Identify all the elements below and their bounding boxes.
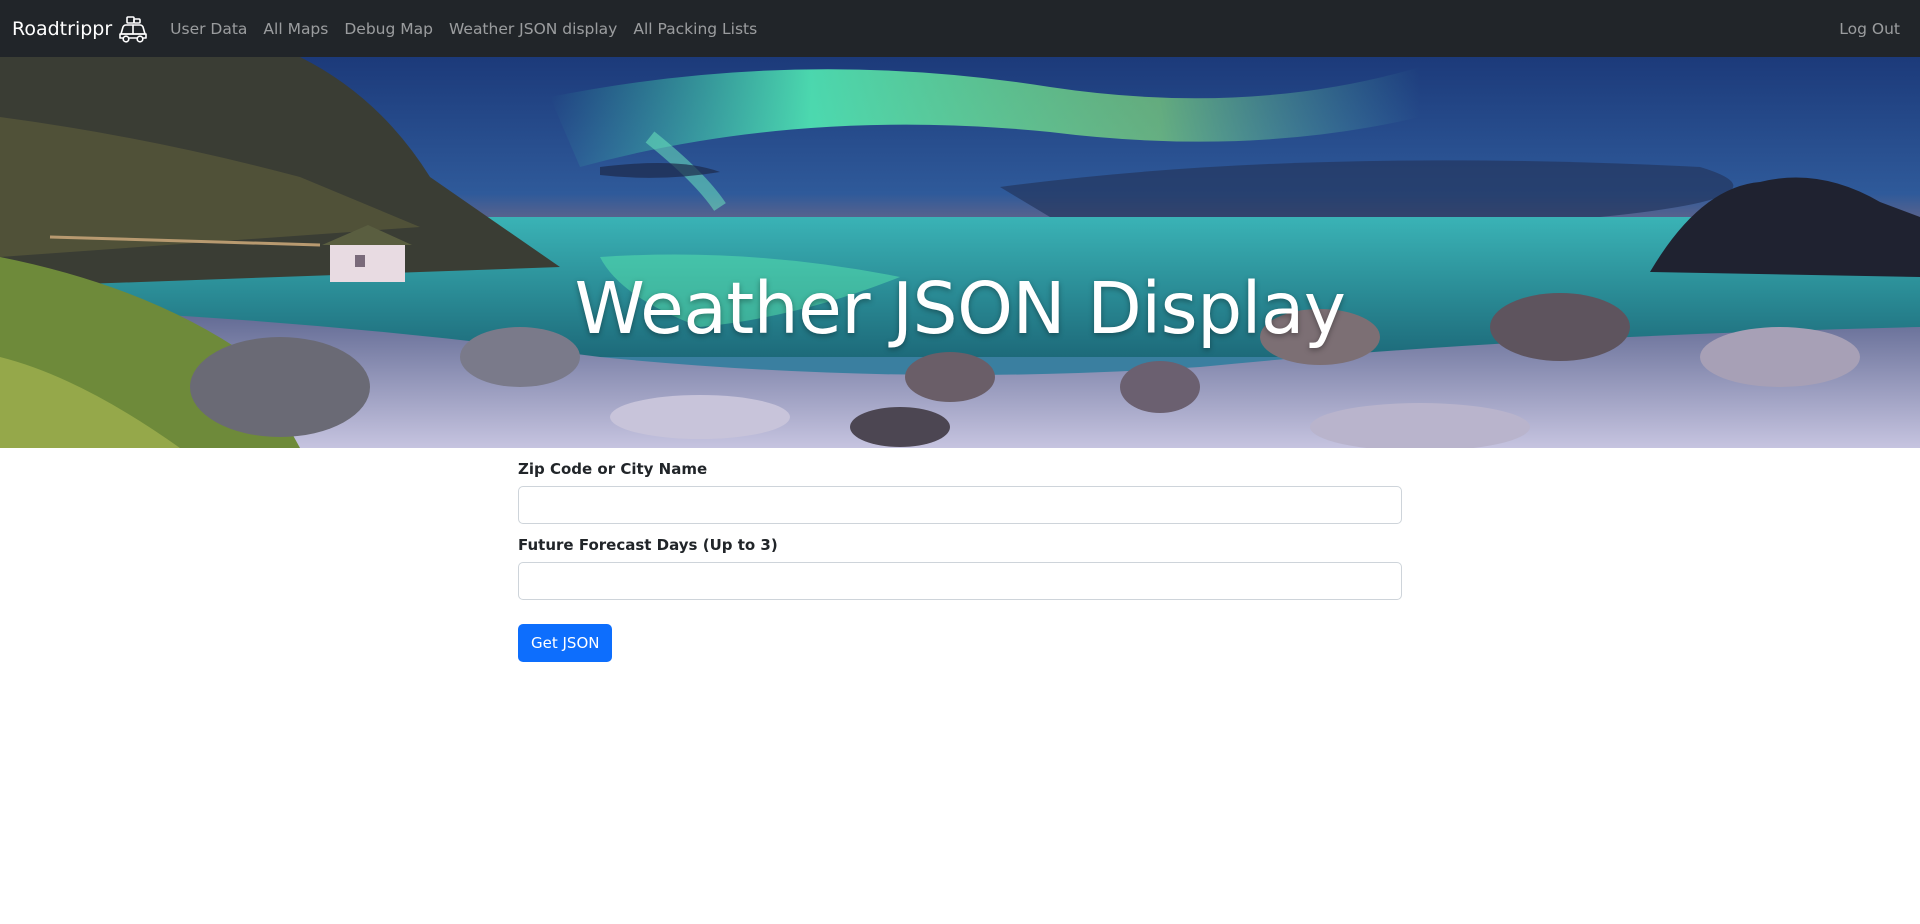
get-json-button[interactable]: Get JSON <box>518 624 613 662</box>
nav-link-weather-json[interactable]: Weather JSON display <box>449 20 617 38</box>
location-label: Zip Code or City Name <box>518 460 708 478</box>
nav-link-packing-lists[interactable]: All Packing Lists <box>633 20 757 38</box>
car-with-luggage-icon <box>119 15 147 43</box>
location-input[interactable] <box>518 486 1402 524</box>
hero-landscape-image <box>0 57 1920 448</box>
hero-banner: Weather JSON Display <box>0 57 1920 448</box>
logout-link[interactable]: Log Out <box>1839 20 1900 38</box>
nav-link-all-maps[interactable]: All Maps <box>263 20 328 38</box>
forecast-days-label: Future Forecast Days (Up to 3) <box>518 536 778 554</box>
page-title: Weather JSON Display <box>574 267 1346 350</box>
weather-form: Zip Code or City Name Future Forecast Da… <box>518 448 1402 662</box>
nav-link-user-data[interactable]: User Data <box>170 20 247 38</box>
nav-link-debug-map[interactable]: Debug Map <box>344 20 433 38</box>
brand-name: Roadtrippr <box>12 17 113 40</box>
top-navbar: Roadtrippr User Data All Maps Debug Map … <box>0 0 1920 57</box>
nav-links: User Data All Maps Debug Map Weather JSO… <box>170 20 757 38</box>
forecast-days-input[interactable] <box>518 562 1402 600</box>
brand-link[interactable]: Roadtrippr <box>12 14 148 44</box>
